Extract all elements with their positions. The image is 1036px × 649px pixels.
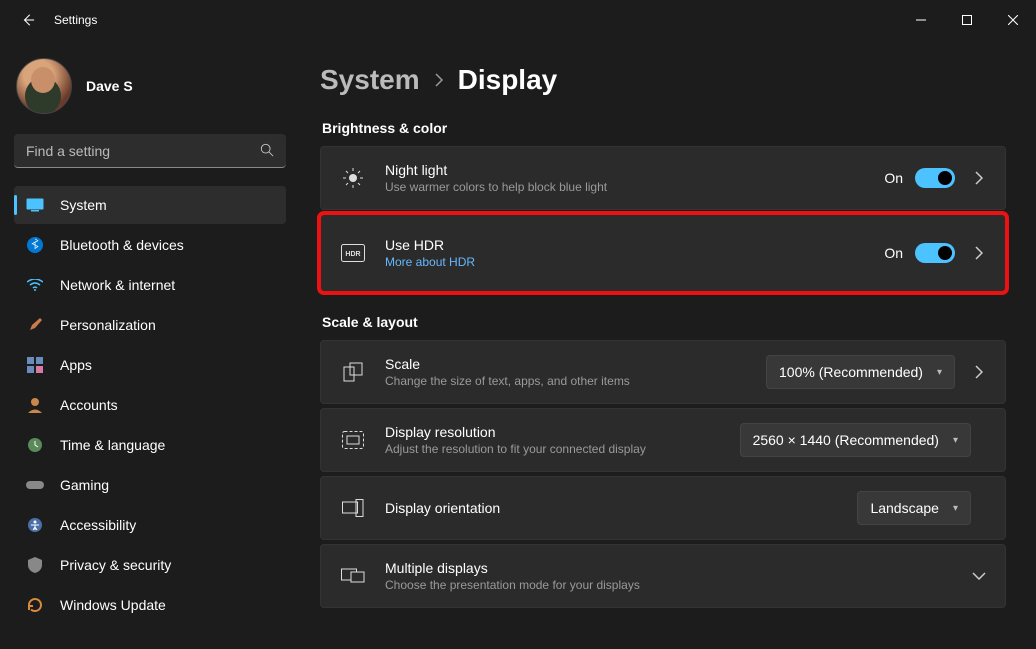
chevron-right-icon[interactable]: [971, 246, 987, 260]
chevron-down-icon: ▾: [953, 503, 958, 514]
resolution-icon: [339, 431, 367, 449]
titlebar: Settings: [0, 0, 1036, 40]
nav-privacy[interactable]: Privacy & security: [14, 546, 286, 584]
avatar: [16, 58, 72, 114]
nav-personalization[interactable]: Personalization: [14, 306, 286, 344]
card-subtitle: Use warmer colors to help block blue lig…: [385, 180, 884, 194]
hdr-more-link[interactable]: More about HDR: [385, 255, 884, 269]
multiple-displays-icon: [339, 567, 367, 585]
card-title: Scale: [385, 356, 766, 372]
card-resolution[interactable]: Display resolution Adjust the resolution…: [320, 408, 1006, 472]
card-scale[interactable]: Scale Change the size of text, apps, and…: [320, 340, 1006, 404]
sidebar: Dave S System Bluetooth & devices Networ…: [0, 40, 300, 649]
nav-system[interactable]: System: [14, 186, 286, 224]
card-subtitle: Adjust the resolution to fit your connec…: [385, 442, 740, 456]
nav-label: Time & language: [60, 437, 165, 453]
clock-icon: [26, 437, 44, 453]
nav-label: Apps: [60, 357, 92, 373]
chevron-down-icon: ▾: [953, 435, 958, 446]
back-button[interactable]: [8, 0, 48, 40]
maximize-button[interactable]: [944, 0, 990, 40]
resolution-select[interactable]: 2560 × 1440 (Recommended)▾: [740, 423, 971, 457]
search-icon: [260, 143, 274, 157]
chevron-down-icon[interactable]: [971, 572, 987, 580]
nav-label: Windows Update: [60, 597, 166, 613]
scale-icon: [339, 362, 367, 382]
breadcrumb: System Display: [320, 64, 1006, 96]
nav-label: Network & internet: [60, 277, 175, 293]
nav-label: Bluetooth & devices: [60, 237, 184, 253]
search-container: [14, 134, 286, 168]
card-title: Use HDR: [385, 237, 884, 253]
shield-icon: [26, 557, 44, 573]
search-input[interactable]: [14, 134, 286, 168]
display-icon: [26, 198, 44, 212]
toggle-state: On: [884, 170, 903, 186]
card-title: Multiple displays: [385, 560, 971, 576]
scale-select[interactable]: 100% (Recommended)▾: [766, 355, 955, 389]
chevron-right-icon[interactable]: [971, 365, 987, 379]
section-scale-title: Scale & layout: [322, 314, 1006, 330]
nav-accessibility[interactable]: Accessibility: [14, 506, 286, 544]
night-light-toggle[interactable]: [915, 168, 955, 188]
nav-label: Accounts: [60, 397, 118, 413]
close-button[interactable]: [990, 0, 1036, 40]
profile[interactable]: Dave S: [16, 58, 286, 114]
card-night-light[interactable]: Night light Use warmer colors to help bl…: [320, 146, 1006, 210]
username: Dave S: [86, 78, 133, 94]
card-multiple-displays[interactable]: Multiple displays Choose the presentatio…: [320, 544, 1006, 608]
breadcrumb-parent[interactable]: System: [320, 64, 420, 96]
chevron-right-icon: [434, 72, 444, 88]
nav-label: Privacy & security: [60, 557, 171, 573]
nav-bluetooth[interactable]: Bluetooth & devices: [14, 226, 286, 264]
card-orientation[interactable]: Display orientation Landscape▾: [320, 476, 1006, 540]
card-subtitle: Choose the presentation mode for your di…: [385, 578, 971, 592]
nav-label: Accessibility: [60, 517, 136, 533]
svg-text:HDR: HDR: [345, 251, 360, 258]
nav-accounts[interactable]: Accounts: [14, 386, 286, 424]
brush-icon: [26, 317, 44, 333]
toggle-state: On: [884, 245, 903, 261]
accessibility-icon: [26, 517, 44, 533]
apps-icon: [26, 357, 44, 373]
night-light-icon: [339, 167, 367, 189]
hdr-icon: HDR: [339, 244, 367, 262]
card-title: Display orientation: [385, 500, 857, 516]
hdr-toggle[interactable]: [915, 243, 955, 263]
nav-time[interactable]: Time & language: [14, 426, 286, 464]
nav-gaming[interactable]: Gaming: [14, 466, 286, 504]
main-content: System Display Brightness & color Night …: [300, 40, 1036, 649]
card-title: Display resolution: [385, 424, 740, 440]
window-title: Settings: [54, 13, 97, 27]
chevron-down-icon: ▾: [937, 367, 942, 378]
nav-update[interactable]: Windows Update: [14, 586, 286, 624]
card-hdr[interactable]: HDR Use HDR More about HDR On: [320, 214, 1006, 292]
window-controls: [898, 0, 1036, 40]
wifi-icon: [26, 279, 44, 291]
update-icon: [26, 597, 44, 613]
minimize-button[interactable]: [898, 0, 944, 40]
nav-apps[interactable]: Apps: [14, 346, 286, 384]
chevron-right-icon[interactable]: [971, 171, 987, 185]
nav-label: Personalization: [60, 317, 156, 333]
section-brightness-title: Brightness & color: [322, 120, 1006, 136]
bluetooth-icon: [26, 237, 44, 253]
nav-label: Gaming: [60, 477, 109, 493]
person-icon: [26, 397, 44, 413]
nav: System Bluetooth & devices Network & int…: [14, 186, 286, 624]
orientation-icon: [339, 499, 367, 517]
gamepad-icon: [26, 479, 44, 491]
nav-network[interactable]: Network & internet: [14, 266, 286, 304]
page-title: Display: [458, 64, 558, 96]
orientation-select[interactable]: Landscape▾: [857, 491, 971, 525]
card-title: Night light: [385, 162, 884, 178]
nav-label: System: [60, 197, 107, 213]
card-subtitle: Change the size of text, apps, and other…: [385, 374, 766, 388]
